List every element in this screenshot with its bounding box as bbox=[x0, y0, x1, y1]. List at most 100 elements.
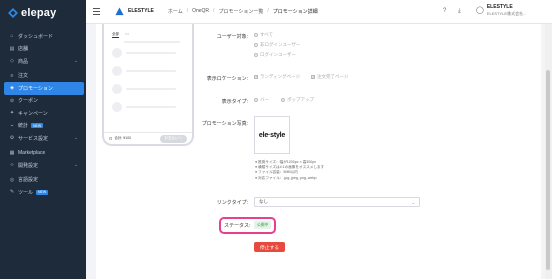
status-badge: 公開中 bbox=[254, 221, 272, 229]
sidebar-item-label: 統計 bbox=[18, 123, 29, 130]
promotion-icon: ◈ bbox=[10, 85, 14, 92]
option-label: ランディングページ bbox=[260, 74, 301, 79]
phone-footer: ⊡ 合計: ¥100 お支払いへ bbox=[104, 132, 192, 144]
help-icon[interactable]: ? bbox=[443, 8, 446, 14]
promotion-detail-panel: 全部 ○○ ⊡ 合計: ¥100 お支払いへ ユーザー対象: すべて 非ログイン bbox=[96, 24, 541, 279]
marketplace-icon: ▦ bbox=[9, 149, 15, 156]
brand-icon bbox=[115, 7, 124, 16]
checkbox-icon: ✓ bbox=[311, 75, 315, 79]
code-icon: ‹› bbox=[10, 162, 14, 169]
link-type-label: リンクタイプ: bbox=[216, 200, 248, 206]
image-requirements: ● 推奨サイズ：幅が1200px × 高300px ● 横縦サイズは4:1の画像… bbox=[255, 160, 324, 181]
tool-icon: ✎ bbox=[9, 189, 15, 196]
header-brand: ELESTYLE bbox=[128, 8, 154, 14]
sidebar-item-label: ツール bbox=[18, 189, 34, 196]
sidebar-item-language[interactable]: ◎ 言語設定 bbox=[0, 174, 86, 187]
sidebar-item-coupon[interactable]: ⊘ クーポン bbox=[0, 95, 86, 108]
menu-icon[interactable] bbox=[93, 8, 100, 15]
phone-preview: 全部 ○○ ⊡ 合計: ¥100 お支払いへ bbox=[102, 24, 194, 146]
display-location-option-complete[interactable]: ✓ 注文完了ページ bbox=[311, 74, 348, 80]
chevron-down-icon: ⌄ bbox=[73, 58, 78, 65]
image-note: ● 対応ファイル：.jpg,.jpeg,.png,.webp bbox=[255, 175, 317, 180]
sidebar-item-store[interactable]: ▤ 店舗 bbox=[0, 43, 86, 56]
phone-checkout-button: お支払いへ bbox=[159, 134, 187, 143]
user-name: ELESTYLE bbox=[486, 4, 513, 10]
sidebar-item-stats[interactable]: ⌁ 統計 NEW bbox=[0, 120, 86, 133]
language-icon: ◎ bbox=[9, 176, 15, 183]
promo-photo-label: プロモーション写真: bbox=[201, 121, 248, 127]
checkbox-icon: ✓ bbox=[254, 75, 258, 79]
link-type-value: なし bbox=[259, 199, 268, 204]
sidebar-item-label: キャンペーン bbox=[18, 110, 48, 117]
sidebar-item-tools[interactable]: ✎ ツール NEW bbox=[0, 186, 86, 199]
sidebar-item-label: 開発設定 bbox=[18, 162, 39, 169]
radio-icon bbox=[281, 98, 285, 102]
display-location-option-landing[interactable]: ✓ ランディングページ bbox=[254, 74, 300, 80]
option-label: すべて bbox=[260, 32, 274, 37]
scrollbar-thumb[interactable] bbox=[546, 70, 550, 270]
top-header: ELESTYLE ホーム / OneQR / プロモーション一覧 / プロモーシ… bbox=[86, 0, 552, 24]
elepay-logo[interactable]: elepay bbox=[8, 7, 56, 19]
radio-icon bbox=[254, 98, 258, 102]
breadcrumb-promotion-list[interactable]: プロモーション一覧 bbox=[218, 8, 263, 15]
new-badge: NEW bbox=[31, 123, 44, 129]
new-badge: NEW bbox=[36, 189, 49, 195]
phone-list-item bbox=[112, 84, 176, 94]
campaign-icon: ✦ bbox=[9, 110, 15, 117]
sidebar-item-label: サービス設定 bbox=[18, 135, 49, 142]
phone-list-item bbox=[112, 48, 176, 58]
chart-icon: ⌁ bbox=[10, 122, 14, 129]
user-icon: ◯ bbox=[476, 7, 484, 14]
option-label: バー bbox=[260, 97, 269, 102]
sidebar-item-marketplace[interactable]: ▦ Marketplace bbox=[0, 147, 86, 160]
phone-list-item bbox=[112, 41, 180, 43]
option-label: ポップアップ bbox=[287, 97, 314, 102]
chevron-down-icon: ⌄ bbox=[411, 199, 415, 205]
breadcrumb: ELESTYLE ホーム / OneQR / プロモーション一覧 / プロモーシ… bbox=[128, 8, 318, 15]
breadcrumb-home[interactable]: ホーム bbox=[168, 8, 183, 15]
sidebar-item-orders[interactable]: ≡ 注文 bbox=[0, 70, 86, 83]
sidebar-item-products[interactable]: ◇ 商品 ⌄ bbox=[0, 55, 86, 68]
user-target-option-all[interactable]: すべて bbox=[254, 32, 273, 38]
radio-icon bbox=[254, 53, 258, 57]
link-type-select[interactable]: なし ⌄ bbox=[254, 197, 420, 207]
elepay-logo-text: elepay bbox=[21, 7, 57, 19]
stop-button[interactable]: 停止する bbox=[254, 242, 285, 252]
sidebar-item-label: プロモーション bbox=[18, 85, 53, 92]
display-type-label: 表示タイプ: bbox=[221, 99, 248, 105]
sidebar-item-label: 言語設定 bbox=[18, 177, 39, 184]
sidebar-item-label: 店舗 bbox=[18, 46, 29, 53]
store-icon: ▤ bbox=[9, 45, 15, 52]
settings-icon: ⚙ bbox=[9, 135, 15, 142]
status-label: ステータス: bbox=[224, 223, 251, 229]
option-label: ログインユーザー bbox=[260, 52, 296, 57]
sidebar-item-dev-settings[interactable]: ‹› 開発設定 ⌄ bbox=[0, 159, 86, 172]
display-type-option-popup[interactable]: ポップアップ bbox=[281, 97, 314, 103]
download-icon[interactable]: ⤓ bbox=[458, 8, 461, 15]
breadcrumb-current: プロモーション詳細 bbox=[272, 9, 318, 15]
option-label: 注文完了ページ bbox=[317, 74, 349, 79]
sidebar-item-promotion[interactable]: ◈ プロモーション bbox=[4, 82, 84, 95]
sidebar: elepay ⌂ ダッシュボード ▤ 店舗 ◇ 商品 ⌄ ≡ 注文 ◈ プロモー… bbox=[0, 0, 86, 279]
sidebar-item-service-settings[interactable]: ⚙ サービス設定 ⌄ bbox=[0, 132, 86, 145]
coupon-icon: ⊘ bbox=[9, 97, 15, 104]
breadcrumb-oneqr[interactable]: OneQR bbox=[192, 8, 209, 15]
sidebar-item-label: ダッシュボード bbox=[18, 33, 54, 40]
sidebar-nav: ⌂ ダッシュボード ▤ 店舗 ◇ 商品 ⌄ ≡ 注文 ◈ プロモーション ⊘ ク… bbox=[0, 30, 86, 199]
radio-icon bbox=[254, 43, 258, 47]
promo-image[interactable]: ele·style bbox=[254, 116, 290, 154]
tag-icon: ◇ bbox=[10, 58, 14, 65]
user-target-option-guest[interactable]: 非ログインユーザー bbox=[254, 42, 300, 48]
chevron-down-icon: ⌄ bbox=[73, 135, 78, 142]
phone-total-price: 合計: ¥100 bbox=[114, 136, 132, 140]
display-location-label: 表示ロケーション: bbox=[206, 76, 248, 82]
sidebar-item-campaign[interactable]: ✦ キャンペーン bbox=[0, 107, 86, 120]
home-icon: ⌂ bbox=[10, 33, 14, 40]
sidebar-item-label: 商品 bbox=[18, 58, 29, 65]
user-target-option-member[interactable]: ログインユーザー bbox=[254, 52, 296, 58]
display-type-option-bar[interactable]: バー bbox=[254, 97, 269, 103]
sidebar-item-dashboard[interactable]: ⌂ ダッシュボード bbox=[0, 30, 86, 43]
user-menu[interactable]: ◯ ELESTYLE ELESTYLE株式会社... bbox=[476, 4, 526, 17]
user-target-label: ユーザー対象: bbox=[216, 34, 248, 40]
chevron-down-icon: ⌄ bbox=[73, 162, 78, 169]
